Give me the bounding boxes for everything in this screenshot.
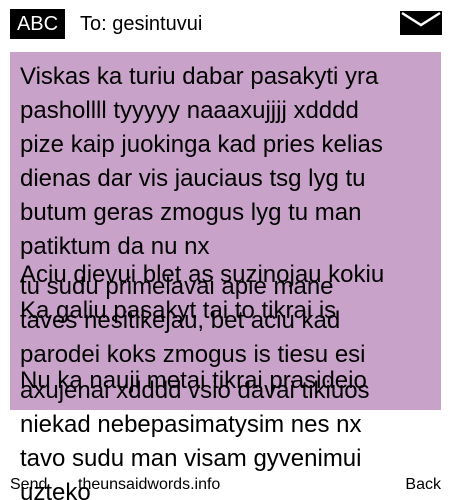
message-line: taves nesitikejau, bet aciu kad [20, 307, 341, 334]
message-line: pashollll tyyyyy naaaxujjjj xdddd [20, 97, 359, 124]
envelope-icon [400, 11, 442, 35]
recipient-field[interactable]: To: gesintuvui [80, 12, 202, 36]
message-line: pize kaip juokinga kad pries kelias [20, 131, 383, 158]
header-bar: ABC To: gesintuvui [0, 0, 450, 44]
message-line: tavo sudu man visam gyvenimui [20, 445, 362, 472]
message-line: niekad nebepasimatysim nes nx [20, 411, 362, 438]
softkey-bar: Send theunsaidwords.info Back [0, 472, 450, 500]
back-softkey[interactable]: Back [405, 474, 441, 496]
message-line: dienas dar vis jauciaus tsg lyg tu [20, 165, 366, 192]
input-mode-indicator[interactable]: ABC [10, 9, 65, 39]
message-line: butum geras zmogus lyg tu man [20, 199, 362, 226]
message-line: axujenai xdddd vsio davai tikiuos [20, 377, 370, 404]
send-softkey[interactable]: Send [10, 474, 47, 496]
message-screen: ABC To: gesintuvui Viskas ka turiu dabar… [0, 0, 450, 500]
message-line: Viskas ka turiu dabar pasakyti yra [20, 63, 379, 90]
site-caption: theunsaidwords.info [78, 476, 221, 493]
